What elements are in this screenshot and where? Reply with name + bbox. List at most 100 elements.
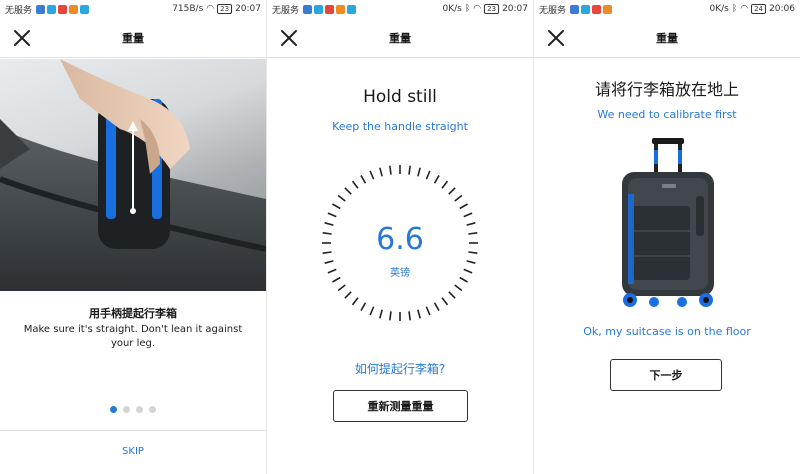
carrier-text: 无服务 [539,5,567,16]
network-speed: 0K/s [442,4,462,14]
bluetooth-icon: ᛒ [464,4,471,14]
weight-unit: 英镑 [390,268,410,279]
notification-icon [581,4,591,14]
notification-icon [36,4,46,14]
instruction-title: 用手柄提起行李箱 [89,307,177,320]
dial-tick [433,302,440,311]
handle-photo [0,59,266,291]
dial-tick [360,175,367,184]
notification-icon [603,4,613,14]
wifi-icon: ◠ [206,4,215,14]
dial-tick [324,260,334,264]
dial-tick [379,309,383,319]
how-to-lift-link[interactable]: 如何提起行李箱? [267,360,533,377]
dial-tick [344,291,352,299]
page-dot [123,406,130,413]
weight-reading: 6.6 [376,222,424,257]
notification-icon [336,4,346,14]
status-bar: 无服务 0K/s ᛒ ◠ 23 20:07 [267,0,533,18]
dial-tick [389,311,392,321]
dial-tick [344,187,352,195]
dial-tick [337,284,346,292]
network-speed: 715B/s [172,4,204,14]
dial-tick [351,297,359,306]
top-bar: 重量 [0,18,266,58]
dial-tick [441,297,449,306]
network-speed: 0K/s [709,4,729,14]
status-headline: Hold still [363,87,437,107]
battery-level: 23 [217,4,233,14]
dial-tick [408,311,411,321]
remeasure-button[interactable]: 重新测量重量 [333,390,468,422]
carrier-text: 无服务 [272,5,300,16]
page-title: 重量 [122,31,144,45]
dial-tick [433,175,440,184]
battery-level: 24 [751,4,767,14]
divider [0,430,266,431]
dial-tick [389,165,392,175]
dial-tick [463,212,473,218]
calibrate-hint: We need to calibrate first [597,108,737,121]
calibrate-headline: 请将行李箱放在地上 [594,80,739,99]
close-icon[interactable] [10,26,34,50]
close-icon[interactable] [544,26,568,50]
dial-tick [441,180,449,189]
dial-tick [360,302,367,311]
dial-tick [408,165,411,175]
notification-icon [592,4,602,14]
status-bar: 无服务 0K/s ᛒ ◠ 24 20:06 [534,0,800,18]
notification-icon [69,4,79,14]
notification-icon [47,4,57,14]
page-dot [149,406,156,413]
close-icon[interactable] [277,26,301,50]
battery-level: 23 [484,4,500,14]
page-dot [136,406,143,413]
dial-tick [351,180,359,189]
carrier-text: 无服务 [5,5,33,16]
next-button[interactable]: 下一步 [610,359,722,391]
dial-tick [417,167,421,177]
notification-icon [347,4,357,14]
page-indicator [0,406,266,413]
suitcase-on-floor-link[interactable]: Ok, my suitcase is on the floor [534,325,800,338]
instruction-text: Make sure it's straight. Don't lean it a… [23,324,243,349]
bluetooth-icon: ᛒ [731,4,738,14]
wifi-icon: ◠ [740,4,749,14]
dial-tick [337,194,346,202]
dial-tick [379,167,383,177]
screen-weighing: 无服务 0K/s ᛒ ◠ 23 20:07 重量 Hold still Keep… [267,0,533,474]
dial-tick [454,194,463,202]
notification-icon [58,4,68,14]
page-title: 重量 [389,31,411,45]
dial-tick [466,260,476,264]
dial-tick [459,203,468,210]
dial-tick [417,309,421,319]
page-title: 重量 [656,31,678,45]
wifi-icon: ◠ [473,4,482,14]
dial-tick [425,306,431,316]
skip-button[interactable]: SKIP [0,446,266,457]
page-dot [110,406,117,413]
dial-tick [332,203,341,210]
clock: 20:07 [502,4,528,14]
notification-icon [80,4,90,14]
screen-lift-instructions: 无服务 715B/s ◠ 23 20:07 重量 用手柄提起行李箱 Make s… [0,0,266,474]
dial-tick [448,187,456,195]
dial-tick [369,306,375,316]
dial-tick [425,170,431,180]
dial-tick [369,170,375,180]
dial-tick [327,212,337,218]
screen-calibrate: 无服务 0K/s ᛒ ◠ 24 20:06 重量 请将行李箱放在地上 We ne… [534,0,800,474]
status-hint: Keep the handle straight [332,120,468,133]
dial-tick [448,291,456,299]
notification-icon [303,4,313,14]
top-bar: 重量 [267,18,533,58]
suitcase-image [622,138,714,307]
notification-icon [314,4,324,14]
notification-icon [570,4,580,14]
status-bar: 无服务 715B/s ◠ 23 20:07 [0,0,266,18]
notification-icon [325,4,335,14]
clock: 20:07 [235,4,261,14]
top-bar: 重量 [534,18,800,58]
dial-tick [454,284,463,292]
